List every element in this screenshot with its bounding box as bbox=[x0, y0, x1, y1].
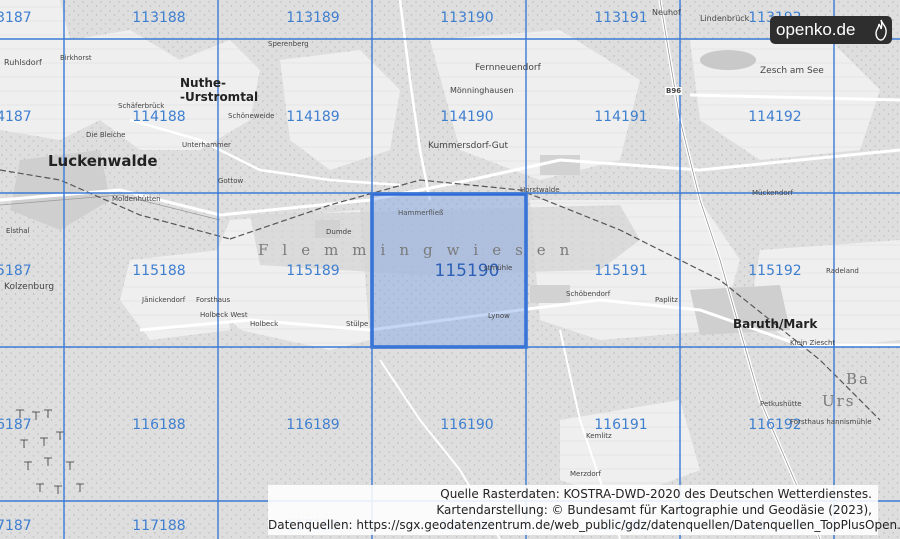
label-birkhorst: Birkhorst bbox=[60, 54, 92, 62]
label-ruhlsdorf: Ruhlsdorf bbox=[4, 58, 42, 67]
label-paplitz: Paplitz bbox=[655, 296, 678, 304]
attribution-box: Quelle Rasterdaten: KOSTRA-DWD-2020 des … bbox=[268, 485, 900, 535]
label-schoebendorf: Schöbendorf bbox=[566, 290, 611, 298]
grid-cell-label[interactable]: 113190 bbox=[440, 10, 493, 26]
grid-cell-label[interactable]: 115188 bbox=[132, 263, 185, 279]
label-ruehle: stmühle bbox=[484, 264, 513, 272]
label-fernneuendorf: Fernneuendorf bbox=[475, 63, 541, 73]
grid-cell-label[interactable]: 115192 bbox=[748, 263, 801, 279]
grid-cell-label[interactable]: 115191 bbox=[594, 263, 647, 279]
grid-cell-label[interactable]: 115189 bbox=[286, 263, 339, 279]
label-kemlitz: Kemlitz bbox=[586, 432, 612, 440]
label-unterhammer: Unterhammer bbox=[182, 141, 231, 149]
label-schaeferbruck: Schäferbrück bbox=[118, 102, 165, 110]
grid-cell-label[interactable]: 116189 bbox=[286, 417, 339, 433]
grid-cell-label[interactable]: 117187 bbox=[0, 518, 32, 534]
label-neuhof: Neuhof bbox=[652, 8, 681, 17]
brand-text: openko.de bbox=[776, 20, 856, 39]
label-die-bleiche: Die Bleiche bbox=[86, 131, 126, 139]
attribution-line-2: Kartendarstellung: © Bundesamt für Karto… bbox=[436, 502, 872, 517]
grid-cell-label[interactable]: 114188 bbox=[132, 109, 185, 125]
label-klein-ziescht: Klein Ziescht bbox=[790, 339, 836, 347]
label-nuthe-urstromtal: Nuthe- -Urstromtal bbox=[180, 76, 259, 104]
openko-logo[interactable]: openko.de bbox=[770, 16, 892, 44]
grid-cell-label[interactable]: 116188 bbox=[132, 417, 185, 433]
label-sperenberg: Sperenberg bbox=[268, 40, 309, 48]
grid-cell-label[interactable]: 116187 bbox=[0, 417, 32, 433]
map-viewport[interactable]: 1131871131881131891131901131911131921131… bbox=[0, 0, 900, 539]
label-luckenwalde: Luckenwalde bbox=[48, 152, 158, 170]
grid-cell-label[interactable]: 113189 bbox=[286, 10, 339, 26]
label-moldenhuetten: Moldenhütten bbox=[112, 195, 161, 203]
label-moenninghausen: Mönninghausen bbox=[450, 86, 514, 95]
label-forsthaus-hannismuehle: Forsthaus hannismühle bbox=[790, 418, 872, 426]
grid-cell-label[interactable]: 113188 bbox=[132, 10, 185, 26]
label-b96-road: B96 bbox=[665, 87, 683, 95]
label-kummersdorf-gut: Kummersdorf-Gut bbox=[428, 141, 508, 151]
grid-cell-label[interactable]: 114192 bbox=[748, 109, 801, 125]
label-radeland: Radeland bbox=[826, 267, 859, 275]
label-dumde: Dumde bbox=[326, 228, 352, 236]
label-lynow: Lynow bbox=[488, 312, 510, 320]
attribution-line-1: Quelle Rasterdaten: KOSTRA-DWD-2020 des … bbox=[440, 487, 872, 501]
label-lindenbruck: Lindenbrück bbox=[700, 14, 750, 23]
grid-cell-label[interactable]: 116190 bbox=[440, 417, 493, 433]
grid-cell-label[interactable]: 114187 bbox=[0, 109, 32, 125]
label-elsthal: Elsthal bbox=[6, 227, 30, 235]
label-kolzenburg: Kolzenburg bbox=[4, 282, 55, 292]
label-merzdorf: Merzdorf bbox=[570, 470, 601, 478]
attribution-line-3[interactable]: Datenquellen: https://sgx.geodatenzentru… bbox=[268, 518, 900, 534]
label-baruth-mark: Baruth/Mark bbox=[733, 317, 818, 331]
label-zesch-am-see: Zesch am See bbox=[760, 66, 824, 76]
label-ba: Ba bbox=[846, 370, 870, 388]
grid-cell-label[interactable]: 116191 bbox=[594, 417, 647, 433]
label-stuelpe: Stülpe bbox=[346, 320, 369, 328]
label-jaenickendorf: Jänickendorf bbox=[142, 296, 186, 304]
flame-icon bbox=[875, 19, 887, 41]
label-flemmingwiesen: Flemmingwiesen bbox=[258, 241, 584, 259]
grid-cell-label[interactable]: 114190 bbox=[440, 109, 493, 125]
label-petkus-huette: Petkushütte bbox=[760, 400, 802, 408]
label-forsthaus-holbeck: Forsthaus bbox=[196, 296, 231, 304]
grid-cell-label[interactable]: 114189 bbox=[286, 109, 339, 125]
grid-cell-label[interactable]: 114191 bbox=[594, 109, 647, 125]
label-holbeck-west: Holbeck West bbox=[200, 311, 248, 319]
grid-cell-label[interactable]: 113187 bbox=[0, 10, 32, 26]
label-urs: Urs bbox=[822, 392, 856, 410]
label-hammerfliess: Hammerfließ bbox=[398, 209, 444, 217]
label-mueckendorf: Mückendorf bbox=[752, 189, 793, 197]
grid-cell-label[interactable]: 117188 bbox=[132, 518, 185, 534]
grid-cell-label[interactable]: 113191 bbox=[594, 10, 647, 26]
label-schoeneweide: Schöneweide bbox=[228, 112, 275, 120]
label-horstwalde: Horstwalde bbox=[520, 186, 560, 194]
label-gottow: Gottow bbox=[218, 177, 244, 185]
label-holbeck: Holbeck bbox=[250, 320, 279, 328]
grid-cell-label[interactable]: 115187 bbox=[0, 263, 32, 279]
